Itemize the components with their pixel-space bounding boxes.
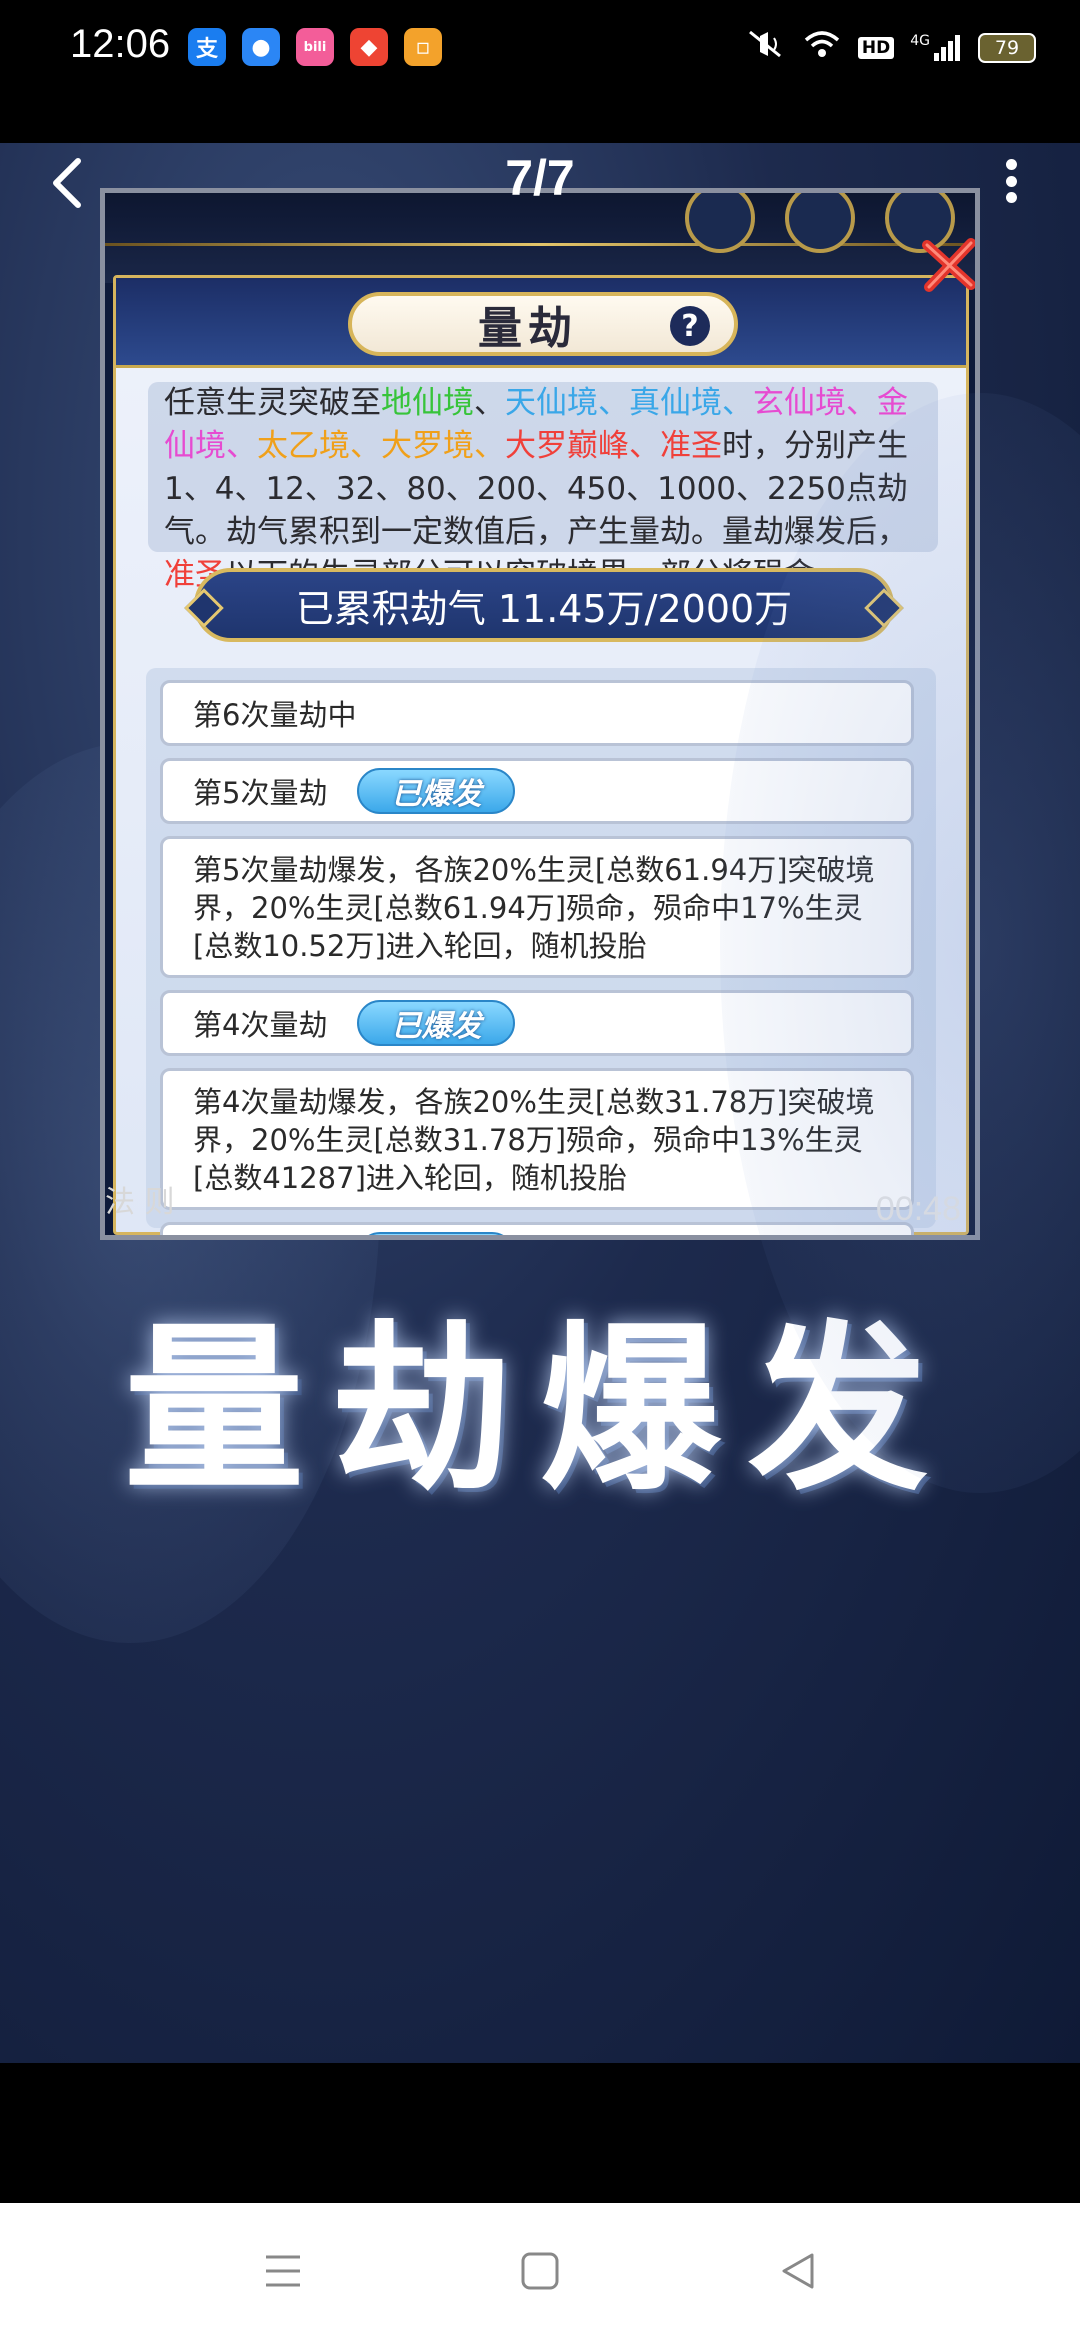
alipay-app-icon: 支 — [188, 28, 226, 66]
row-label: 第4次量劫 — [193, 1008, 328, 1042]
image-viewer: 7/7 量劫 ? 任意生灵突破至地仙境、天仙境、真仙境、玄仙境、金仙境、太乙境、… — [0, 143, 1080, 2063]
dot-icon — [1005, 159, 1017, 170]
battery-indicator: 79 — [978, 32, 1036, 63]
red-app-icon: ◆ — [350, 28, 388, 66]
detail-text: 第5次量劫爆发，各族20%生灵[总数61.94万]突破境界，20%生灵[总数61… — [193, 853, 875, 963]
mute-vibrate-icon — [746, 28, 786, 67]
home-square-icon[interactable] — [520, 2251, 560, 2291]
more-options-button[interactable] — [1004, 159, 1018, 203]
close-icon[interactable] — [919, 231, 979, 297]
liangjie-detail: 第4次量劫爆发，各族20%生灵[总数31.78万]突破境界，20%生灵[总数31… — [160, 1068, 914, 1210]
page-counter: 7/7 — [505, 150, 575, 206]
notification-app-icon: ▫ — [404, 28, 442, 66]
menu-icon[interactable] — [262, 2251, 304, 2291]
panel-header: 量劫 ? — [116, 278, 966, 368]
bilibili-app-icon: bili — [296, 28, 334, 66]
network-type-label: 4G — [910, 32, 930, 49]
wifi-icon — [802, 28, 842, 67]
description-segment: 、 — [474, 385, 505, 421]
description-segment: 太乙境、大罗境、 — [257, 428, 505, 464]
hd-icon: HD — [857, 36, 895, 59]
system-icons: HD 4G 79 — [746, 28, 1036, 67]
help-icon[interactable]: ? — [670, 306, 710, 346]
row-label: 第5次量劫 — [193, 776, 328, 810]
signal-icon: 4G — [910, 33, 962, 63]
video-timestamp: 00:48 — [875, 1190, 961, 1228]
rules-tab: 法 则 — [105, 1185, 175, 1220]
row-label: 第3次量劫 — [193, 1234, 327, 1235]
accumulated-bar: 已累积劫气 11.45万/2000万 — [194, 568, 894, 642]
navigation-bar — [0, 2203, 1080, 2340]
liangjie-row[interactable]: 第3次量劫 已爆发 — [160, 1222, 914, 1235]
detail-text: 第4次量劫爆发，各族20%生灵[总数31.78万]突破境界，20%生灵[总数31… — [193, 1085, 875, 1195]
row-label: 第6次量劫中 — [193, 698, 357, 732]
viewer-topbar: 7/7 — [0, 143, 1080, 223]
status-bar: 12:06 支 ● bili ◆ ▫ HD 4G 79 — [0, 0, 1080, 96]
clock: 12:06 — [70, 22, 171, 66]
description-segment: 天仙境、真仙境、 — [505, 385, 753, 421]
liangjie-detail: 第5次量劫爆发，各族20%生灵[总数61.94万]突破境界，20%生灵[总数61… — [160, 836, 914, 978]
liangjie-row[interactable]: 第6次量劫中 — [160, 680, 914, 746]
liangjie-row[interactable]: 第5次量劫 已爆发 — [160, 758, 914, 824]
description-segment: 地仙境 — [381, 385, 474, 421]
circle-app-icon: ● — [242, 28, 280, 66]
description-segment: 任意生灵突破至 — [164, 385, 381, 421]
panel-title: 量劫 — [478, 303, 578, 354]
description: 任意生灵突破至地仙境、天仙境、真仙境、玄仙境、金仙境、太乙境、大罗境、大罗巅峰、… — [148, 382, 938, 593]
liangjie-row[interactable]: 第4次量劫 已爆发 — [160, 990, 914, 1056]
history-list: 第6次量劫中 第5次量劫 已爆发 第5次量劫爆发，各族20%生灵[总数61.94万]突… — [146, 668, 936, 1235]
description-segment: 大罗巅峰、准圣 — [505, 428, 722, 464]
dot-icon — [1005, 192, 1017, 203]
erupted-badge: 已爆发 — [357, 1000, 516, 1046]
back-triangle-icon[interactable] — [778, 2251, 818, 2291]
title-plate: 量劫 ? — [348, 292, 738, 356]
liangjie-panel: 量劫 ? 任意生灵突破至地仙境、天仙境、真仙境、玄仙境、金仙境、太乙境、大罗境、… — [113, 275, 969, 1235]
erupted-badge: 已爆发 — [357, 768, 516, 814]
gold-divider — [105, 243, 975, 246]
erupted-badge: 已爆发 — [357, 1232, 516, 1235]
dot-icon — [1005, 175, 1017, 187]
caption-title: 量劫爆发 — [123, 1304, 956, 1515]
notification-icons: 支 ● bili ◆ ▫ — [188, 28, 442, 66]
game-screenshot: 量劫 ? 任意生灵突破至地仙境、天仙境、真仙境、玄仙境、金仙境、太乙境、大罗境、… — [100, 188, 980, 1240]
